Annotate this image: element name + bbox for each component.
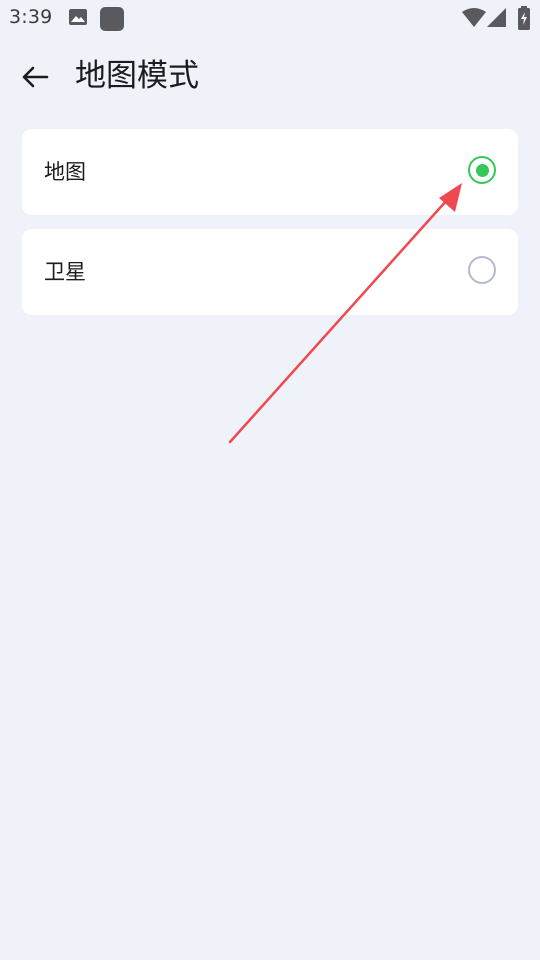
app-icon	[100, 7, 124, 35]
status-time: 3:39	[9, 6, 53, 28]
app-bar: 地图模式	[0, 44, 540, 108]
option-map-label: 地图	[44, 160, 86, 184]
option-satellite-label: 卫星	[44, 260, 86, 284]
option-satellite[interactable]: 卫星	[22, 229, 518, 315]
cell-signal-icon	[487, 8, 507, 32]
option-satellite-radio[interactable]	[468, 256, 496, 284]
option-map-radio[interactable]	[468, 156, 496, 184]
option-map[interactable]: 地图	[22, 129, 518, 215]
battery-charging-icon	[517, 6, 531, 34]
page-title: 地图模式	[75, 58, 199, 94]
back-button[interactable]	[12, 54, 58, 100]
wifi-icon	[462, 8, 486, 32]
image-icon	[68, 7, 88, 31]
arrow-left-icon	[22, 66, 49, 88]
status-bar: 3:39	[0, 0, 540, 36]
